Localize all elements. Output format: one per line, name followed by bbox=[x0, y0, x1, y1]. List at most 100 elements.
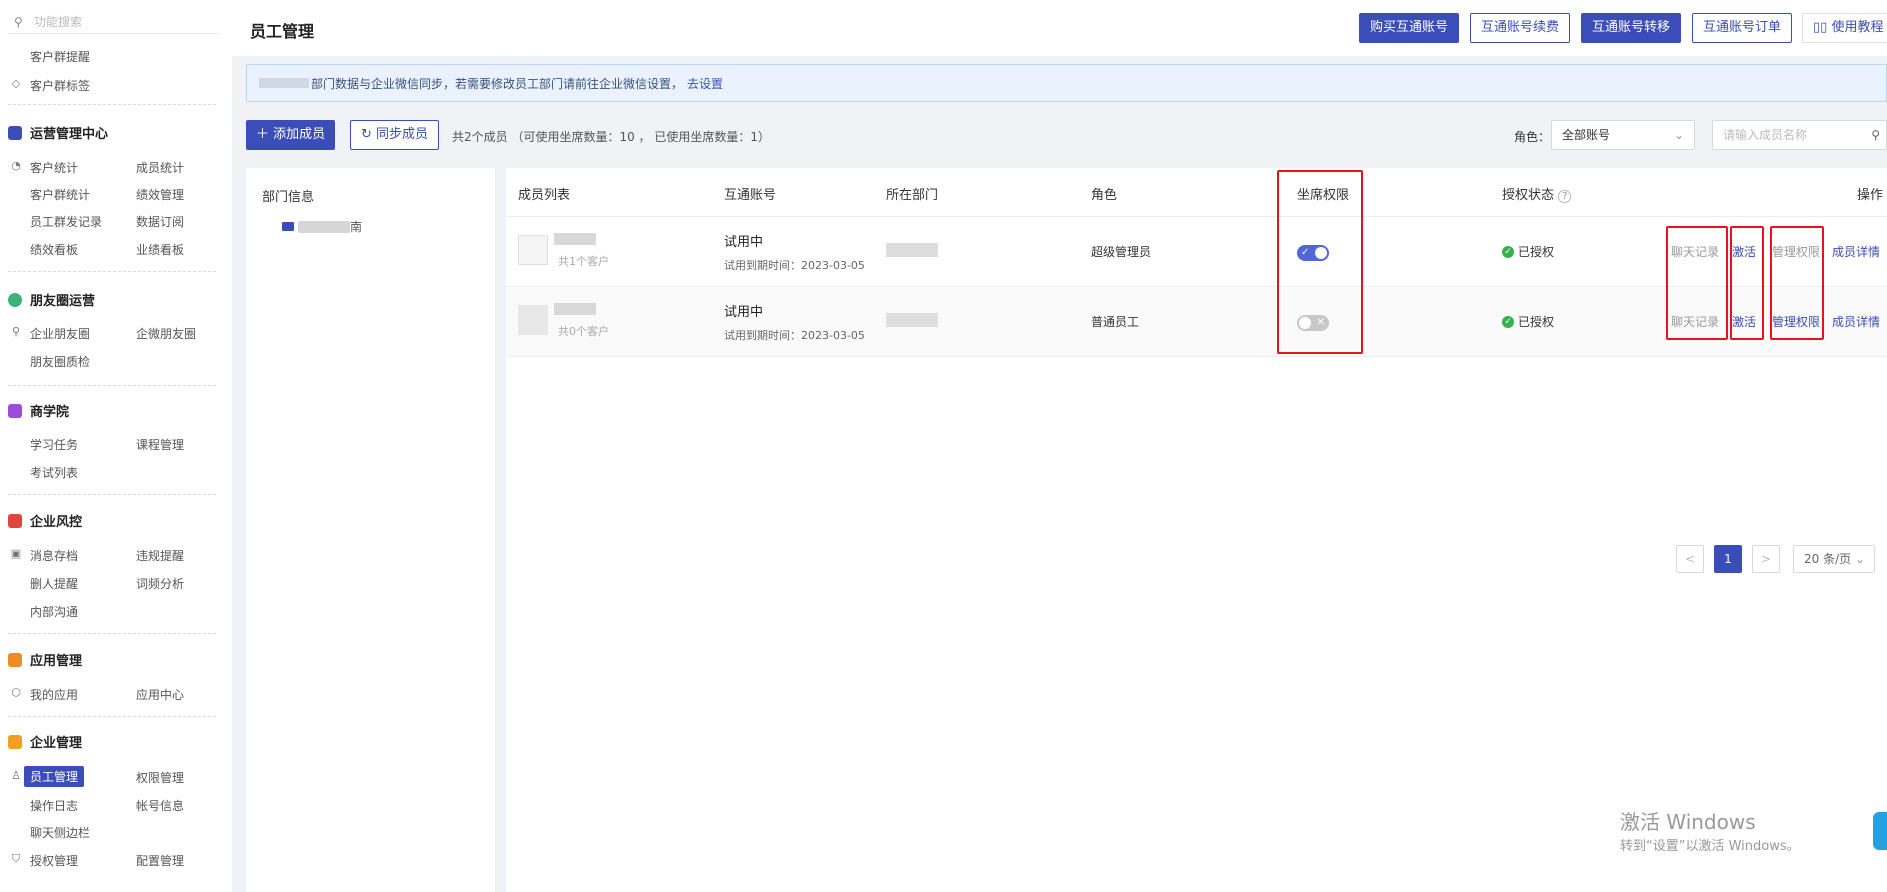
section-title: 朋友圈运营 bbox=[30, 294, 96, 309]
sidebar-item-data-subscription[interactable]: 数据订阅 bbox=[136, 213, 184, 230]
interop-account-orders-button[interactable]: 互通账号订单 bbox=[1692, 13, 1793, 43]
sidebar-item-exam-list[interactable]: 考试列表 bbox=[30, 464, 78, 481]
sidebar-item-customer-stats[interactable]: 客户统计 bbox=[30, 159, 78, 176]
auth-status: ✓ 已授权 bbox=[1502, 243, 1554, 260]
divider bbox=[8, 385, 216, 386]
sidebar-item-authorization[interactable]: 授权管理 bbox=[30, 852, 78, 869]
sidebar-item-my-apps[interactable]: 我的应用 bbox=[30, 686, 78, 703]
sidebar-item-learning-tasks[interactable]: 学习任务 bbox=[30, 436, 78, 453]
folder-icon bbox=[282, 222, 294, 231]
building-icon bbox=[8, 734, 22, 749]
page-size-value: 20 条/页 bbox=[1804, 552, 1852, 566]
department-panel: 部门信息 南 bbox=[246, 168, 496, 892]
sidebar-item-message-archive[interactable]: 消息存档 bbox=[30, 547, 78, 564]
redacted-department-name bbox=[298, 220, 350, 233]
notice-text: 部门数据与企业微信同步，若需要修改员工部门请前往企业微信设置， bbox=[311, 76, 684, 91]
customer-count: 共1个客户 bbox=[558, 255, 609, 268]
sidebar-search[interactable]: ⚲ 功能搜索 bbox=[8, 10, 220, 34]
role-value: 普通员工 bbox=[1091, 315, 1140, 329]
buy-interop-account-button[interactable]: 购买互通账号 bbox=[1359, 13, 1460, 43]
windows-activation-watermark-title: 激活 Windows bbox=[1620, 810, 1756, 834]
sidebar-item-account-info[interactable]: 帐号信息 bbox=[136, 797, 184, 814]
sidebar-item-app-center[interactable]: 应用中心 bbox=[136, 686, 184, 703]
sidebar: ⚲ 功能搜索 客户群提醒 ◇ 客户群标签 运营管理中心 ◔ 客户统计 成员统计 … bbox=[0, 0, 232, 892]
department-tree-node[interactable]: 南 bbox=[282, 218, 362, 235]
tutorial-button[interactable]: ▯▯ 使用教程 bbox=[1802, 13, 1887, 43]
account-status: 试用中 bbox=[724, 305, 764, 320]
add-member-label: 添加成员 bbox=[273, 127, 326, 142]
section-title: 应用管理 bbox=[30, 654, 83, 669]
customer-count: 共0个客户 bbox=[558, 325, 609, 338]
sidebar-item-moments-qc[interactable]: 朋友圈质检 bbox=[30, 353, 90, 370]
sidebar-item-group-stats[interactable]: 客户群统计 bbox=[30, 186, 90, 203]
section-risk-control: 企业风控 bbox=[8, 511, 82, 530]
tag-icon: ◇ bbox=[11, 77, 21, 90]
sidebar-item-word-frequency[interactable]: 词频分析 bbox=[136, 575, 184, 592]
chart-icon bbox=[8, 125, 22, 140]
section-enterprise-management: 企业管理 bbox=[8, 732, 82, 751]
check-circle-icon: ✓ bbox=[1502, 245, 1514, 258]
sidebar-item-member-stats[interactable]: 成员统计 bbox=[136, 159, 184, 176]
trial-expiry: 试用到期时间：2023-03-05 bbox=[724, 329, 865, 342]
go-settings-link[interactable]: 去设置 bbox=[687, 75, 723, 92]
add-member-button[interactable]: ＋ 添加成员 bbox=[246, 120, 336, 150]
sidebar-item-course-management[interactable]: 课程管理 bbox=[136, 436, 184, 453]
search-icon[interactable]: ⚲ bbox=[1871, 121, 1880, 149]
sync-members-button[interactable]: ↻ 同步成员 bbox=[350, 120, 440, 150]
annotation-box bbox=[1666, 226, 1728, 340]
role-filter-select[interactable]: 全部账号 ⌄ bbox=[1551, 120, 1695, 150]
divider bbox=[8, 633, 216, 634]
sidebar-item-customer-group-reminder[interactable]: 客户群提醒 bbox=[30, 48, 90, 65]
refresh-icon: ↻ bbox=[361, 127, 372, 142]
sidebar-item-performance[interactable]: 绩效管理 bbox=[136, 186, 184, 203]
member-details-link[interactable]: 成员详情 bbox=[1832, 313, 1880, 330]
sidebar-item-permission-management[interactable]: 权限管理 bbox=[136, 769, 184, 786]
column-header-interop-account: 互通账号 bbox=[724, 188, 777, 203]
layers-icon bbox=[8, 652, 22, 667]
sidebar-item-performance-board[interactable]: 绩效看板 bbox=[30, 241, 78, 258]
section-title: 企业风控 bbox=[30, 515, 83, 530]
sidebar-item-configuration[interactable]: 配置管理 bbox=[136, 852, 184, 869]
academy-icon bbox=[8, 403, 22, 418]
sidebar-item-customer-group-tags[interactable]: 客户群标签 bbox=[30, 77, 90, 94]
sidebar-item-wecom-moments[interactable]: 企微朋友圈 bbox=[136, 325, 196, 342]
page-1-button[interactable]: 1 bbox=[1714, 545, 1742, 573]
help-icon[interactable]: ? bbox=[1558, 190, 1572, 203]
role-filter-label: 角色： bbox=[1514, 130, 1551, 144]
risk-icon bbox=[8, 513, 22, 528]
annotation-box bbox=[1730, 226, 1764, 340]
moments-icon bbox=[8, 292, 22, 307]
sidebar-item-operation-log[interactable]: 操作日志 bbox=[30, 797, 78, 814]
shield-icon: ⛉ bbox=[11, 852, 21, 865]
section-operations: 运营管理中心 bbox=[8, 123, 108, 142]
transfer-interop-account-button[interactable]: 互通账号转移 bbox=[1581, 13, 1682, 43]
trial-expiry: 试用到期时间：2023-03-05 bbox=[724, 259, 865, 272]
renew-interop-account-button[interactable]: 互通账号续费 bbox=[1470, 13, 1571, 43]
annotation-box bbox=[1277, 170, 1363, 354]
next-page-button[interactable]: > bbox=[1752, 545, 1780, 573]
sidebar-item-chat-sidebar[interactable]: 聊天侧边栏 bbox=[30, 824, 90, 841]
annotation-box bbox=[1770, 226, 1824, 340]
divider bbox=[8, 494, 216, 495]
sidebar-item-violation-alerts[interactable]: 违规提醒 bbox=[136, 547, 184, 564]
member-search-input[interactable]: 请输入成员名称 ⚲ bbox=[1712, 120, 1887, 150]
header: 员工管理 购买互通账号 互通账号续费 互通账号转移 互通账号订单 ▯▯ 使用教程 bbox=[232, 0, 1887, 56]
member-details-link[interactable]: 成员详情 bbox=[1832, 243, 1880, 260]
clock-icon: ◔ bbox=[11, 159, 21, 172]
account-status: 试用中 bbox=[724, 235, 764, 250]
sidebar-item-delete-alerts[interactable]: 删人提醒 bbox=[30, 575, 78, 592]
sidebar-item-internal-comm[interactable]: 内部沟通 bbox=[30, 603, 78, 620]
role-filter-value: 全部账号 bbox=[1562, 128, 1611, 142]
prev-page-button[interactable]: < bbox=[1676, 545, 1704, 573]
sidebar-item-broadcast-records[interactable]: 员工群发记录 bbox=[30, 213, 102, 230]
section-app-management: 应用管理 bbox=[8, 650, 82, 669]
page-size-select[interactable]: 20 条/页 ⌄ bbox=[1793, 545, 1875, 573]
sidebar-item-sales-board[interactable]: 业绩看板 bbox=[136, 241, 184, 258]
sidebar-item-employee-management[interactable]: 员工管理 bbox=[24, 766, 85, 787]
floating-side-tab[interactable] bbox=[1873, 812, 1887, 850]
cube-icon: ⬡ bbox=[11, 686, 21, 699]
sidebar-search-placeholder: 功能搜索 bbox=[34, 15, 83, 29]
check-circle-icon: ✓ bbox=[1502, 315, 1514, 328]
sidebar-item-enterprise-moments[interactable]: 企业朋友圈 bbox=[30, 325, 90, 342]
column-header-auth-status: 授权状态 ? bbox=[1502, 184, 1572, 203]
